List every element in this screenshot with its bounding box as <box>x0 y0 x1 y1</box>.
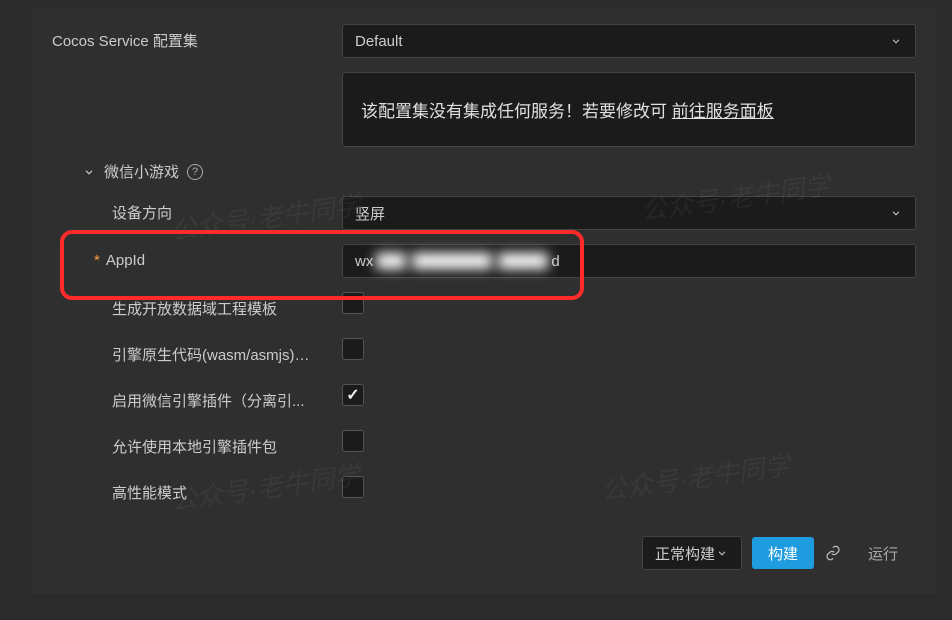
config-notice-text: 该配置集没有集成任何服务！若要修改可 <box>361 102 667 121</box>
chevron-down-icon <box>889 206 903 220</box>
config-notice: 该配置集没有集成任何服务！若要修改可 前往服务面板 <box>342 72 916 147</box>
service-panel-link[interactable]: 前往服务面板 <box>672 102 774 121</box>
build-button[interactable]: 构建 <box>752 537 814 569</box>
wx-engine-plugin-label: 启用微信引擎插件（分离引... <box>112 390 305 411</box>
config-notice-row: 该配置集没有集成任何服务！若要修改可 前往服务面板 <box>32 72 936 147</box>
appid-masked-2 <box>412 253 492 269</box>
appid-label: AppId <box>106 252 145 269</box>
chevron-down-icon <box>889 34 903 48</box>
wx-engine-plugin-checkbox[interactable] <box>342 384 364 406</box>
run-button[interactable]: 运行 <box>852 537 914 569</box>
orientation-label: 设备方向 <box>52 196 342 228</box>
high-perf-label: 高性能模式 <box>52 476 342 508</box>
build-mode-select[interactable]: 正常构建 <box>642 536 742 570</box>
appid-suffix: d <box>551 253 559 270</box>
open-data-label: 生成开放数据域工程模板 <box>52 292 342 324</box>
footer: 正常构建 构建 运行 <box>32 522 936 570</box>
required-star: * <box>94 252 100 269</box>
help-icon[interactable]: ? <box>187 164 203 180</box>
native-code-label: 引擎原生代码(wasm/asmjs)分包 <box>112 344 322 365</box>
orientation-row: 设备方向 竖屏 <box>32 196 936 230</box>
native-code-row: 引擎原生代码(wasm/asmjs)分包 <box>32 338 936 370</box>
open-data-checkbox[interactable] <box>342 292 364 314</box>
chevron-down-icon <box>82 165 96 179</box>
native-code-checkbox[interactable] <box>342 338 364 360</box>
build-mode-value: 正常构建 <box>655 543 715 564</box>
local-plugin-checkbox[interactable] <box>342 430 364 452</box>
chevron-down-icon <box>715 546 729 560</box>
high-perf-checkbox[interactable] <box>342 476 364 498</box>
config-set-label: Cocos Service 配置集 <box>52 24 342 56</box>
appid-row: * AppId wx d <box>32 244 936 278</box>
orientation-value: 竖屏 <box>355 203 385 224</box>
link-icon[interactable] <box>824 544 842 562</box>
wx-engine-plugin-row: 启用微信引擎插件（分离引... <box>32 384 936 416</box>
orientation-select[interactable]: 竖屏 <box>342 196 916 230</box>
appid-masked-1 <box>376 253 406 269</box>
wechat-section-row: 微信小游戏 ? <box>32 161 936 182</box>
local-plugin-row: 允许使用本地引擎插件包 <box>32 430 936 462</box>
wechat-section-toggle[interactable]: 微信小游戏 ? <box>52 161 203 182</box>
build-panel: Cocos Service 配置集 Default 该配置集没有集成任何服务！若… <box>32 8 936 594</box>
config-set-row: Cocos Service 配置集 Default <box>32 24 936 58</box>
config-set-select[interactable]: Default <box>342 24 916 58</box>
open-data-row: 生成开放数据域工程模板 <box>32 292 936 324</box>
high-perf-row: 高性能模式 <box>32 476 936 508</box>
wechat-section-title: 微信小游戏 <box>104 161 179 182</box>
appid-prefix: wx <box>355 253 373 270</box>
appid-masked-3 <box>498 253 548 269</box>
local-plugin-label: 允许使用本地引擎插件包 <box>52 430 342 462</box>
config-set-value: Default <box>355 33 403 50</box>
appid-input[interactable]: wx d <box>342 244 916 278</box>
